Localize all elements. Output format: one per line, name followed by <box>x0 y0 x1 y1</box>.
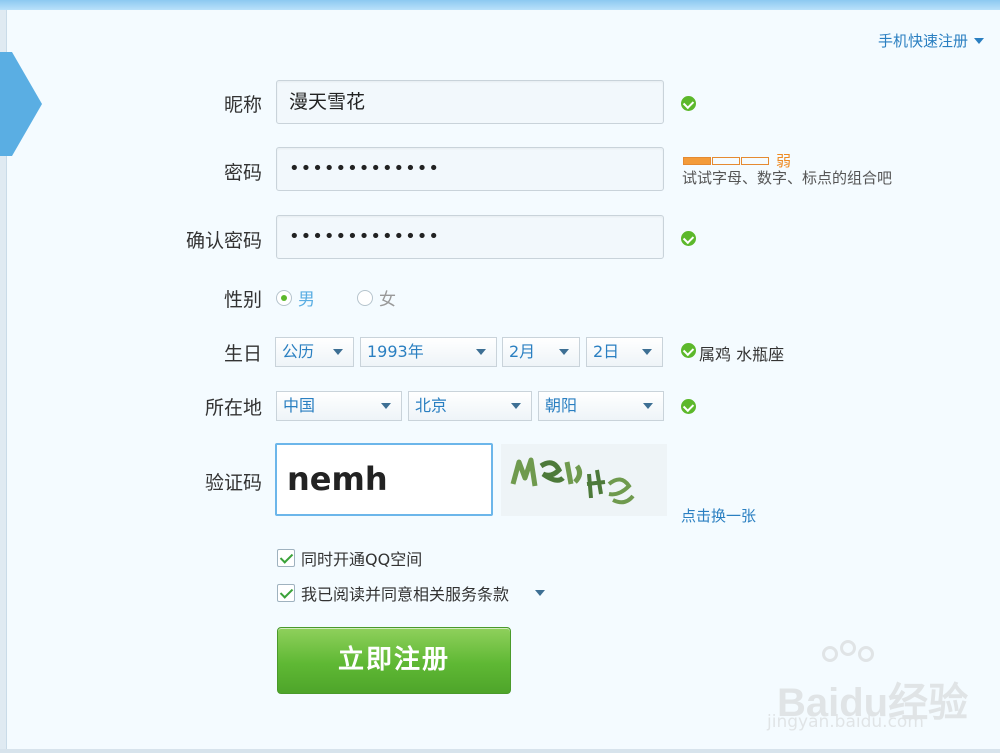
paw-icon <box>858 646 874 662</box>
side-arrow-block <box>0 52 12 156</box>
baidu-watermark: Baidu经验 jingyan.baidu.com <box>762 640 982 735</box>
captcha-refresh-link[interactable]: 点击换一张 <box>681 505 756 526</box>
location-label: 所在地 <box>204 397 262 419</box>
gender-female-option[interactable]: 女 <box>357 285 396 310</box>
chevron-down-icon <box>974 37 984 44</box>
chevron-down-icon <box>511 403 521 409</box>
birthday-ok-icon <box>681 343 696 358</box>
confirm-password-ok-icon <box>681 231 696 246</box>
qzone-label: 同时开通QQ空间 <box>301 550 423 569</box>
female-label: 女 <box>379 290 396 310</box>
location-ok-icon <box>681 399 696 414</box>
nickname-input[interactable]: 漫天雪花 <box>276 80 664 124</box>
confirm-password-label: 确认密码 <box>185 230 262 252</box>
register-button[interactable]: 立即注册 <box>277 627 511 694</box>
agree-option[interactable]: 我已阅读并同意相关服务条款 <box>277 581 546 605</box>
female-radio[interactable] <box>357 289 373 306</box>
captcha-label: 验证码 <box>204 472 262 494</box>
chevron-down-icon <box>643 403 653 409</box>
province-select[interactable]: 北京 <box>408 391 532 421</box>
year-select[interactable]: 1993年 <box>360 337 497 367</box>
nickname-label: 昵称 <box>223 94 262 116</box>
password-input[interactable]: ••••••••••••• <box>276 147 664 191</box>
strength-bar-2 <box>712 156 740 165</box>
day-value: 2日 <box>593 342 620 361</box>
confirm-password-input[interactable]: ••••••••••••• <box>276 215 664 259</box>
male-label: 男 <box>298 290 315 310</box>
password-hint: 试试字母、数字、标点的组合吧 <box>682 169 893 187</box>
day-select[interactable]: 2日 <box>586 337 663 367</box>
birthday-label: 生日 <box>223 343 262 365</box>
year-value: 1993年 <box>367 342 424 361</box>
captcha-image[interactable] <box>501 444 667 516</box>
province-value: 北京 <box>415 396 448 415</box>
chevron-down-icon <box>381 403 391 409</box>
chevron-down-icon <box>642 349 652 355</box>
gender-label: 性别 <box>223 289 262 311</box>
zodiac-text: 属鸡 水瓶座 <box>699 345 785 364</box>
strength-bar-1 <box>683 156 711 165</box>
city-select[interactable]: 朝阳 <box>538 391 664 421</box>
gender-male-option[interactable]: 男 <box>276 285 315 310</box>
chevron-down-icon[interactable] <box>535 590 546 596</box>
calendar-select[interactable]: 公历 <box>275 337 354 367</box>
country-select[interactable]: 中国 <box>276 391 402 421</box>
chevron-down-icon <box>476 349 486 355</box>
mobile-register-label: 手机快速注册 <box>877 32 968 50</box>
strength-bar-3 <box>741 156 769 165</box>
password-label: 密码 <box>223 162 262 184</box>
calendar-value: 公历 <box>282 342 315 361</box>
top-bar <box>0 0 1000 10</box>
nickname-ok-icon <box>681 96 696 111</box>
chevron-down-icon <box>333 349 343 355</box>
bottom-divider <box>0 749 1000 753</box>
paw-icon <box>840 640 856 656</box>
male-radio[interactable] <box>276 289 292 306</box>
agree-label: 我已阅读并同意相关服务条款 <box>301 585 510 604</box>
country-value: 中国 <box>283 396 316 415</box>
agree-checkbox[interactable] <box>277 584 295 602</box>
watermark-url: jingyan.baidu.com <box>767 712 924 732</box>
side-arrow-icon <box>12 52 42 156</box>
chevron-down-icon <box>559 349 569 355</box>
qzone-option[interactable]: 同时开通QQ空间 <box>277 546 422 570</box>
mobile-register-link[interactable]: 手机快速注册 <box>878 30 984 51</box>
month-select[interactable]: 2月 <box>502 337 580 367</box>
captcha-input[interactable]: nemh <box>275 443 493 516</box>
month-value: 2月 <box>509 342 536 361</box>
paw-icon <box>822 646 838 662</box>
qzone-checkbox[interactable] <box>277 549 295 567</box>
city-value: 朝阳 <box>545 396 578 415</box>
